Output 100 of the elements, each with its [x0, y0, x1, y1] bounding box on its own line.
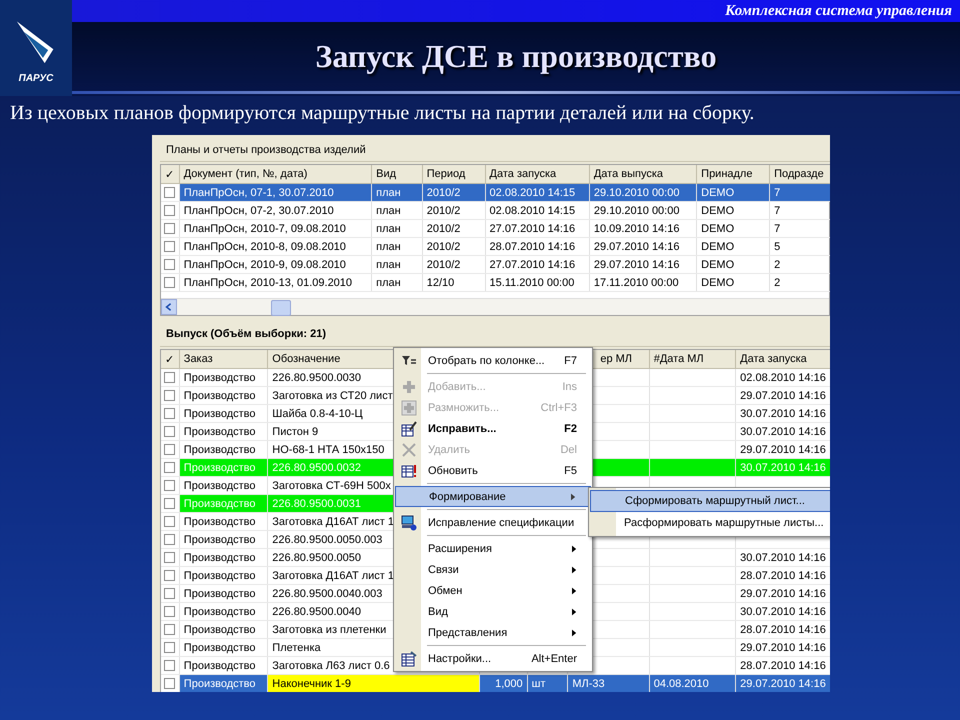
table-cell: 04.08.2010 — [649, 674, 736, 692]
column-header[interactable]: ✓ — [161, 165, 180, 184]
checkbox[interactable] — [164, 390, 175, 401]
tagline: Комплексная система управления — [725, 2, 952, 20]
scroll-left-button[interactable] — [161, 299, 177, 315]
table-alert-icon — [400, 462, 416, 478]
panel-title: Выпуск (Объём выборки: 21) — [166, 328, 326, 340]
menu-item[interactable]: Сформировать маршрутный лист... — [590, 490, 830, 512]
checkbox[interactable] — [164, 187, 175, 198]
checkbox[interactable] — [164, 516, 175, 527]
checkbox[interactable] — [164, 498, 175, 509]
checkbox[interactable] — [164, 570, 175, 581]
table-cell: Наконечник 1-9 — [268, 674, 480, 692]
table-cell: 29.07.2010 14:16 — [589, 256, 697, 274]
checkbox[interactable] — [164, 444, 175, 455]
checkbox[interactable] — [164, 426, 175, 437]
cross-icon — [400, 442, 416, 458]
table-cell: план — [372, 238, 422, 256]
column-header[interactable]: Дата запуска — [736, 350, 830, 368]
column-header[interactable]: Дата запуска — [485, 165, 590, 184]
table-cell: ПланПрОсн, 2010-9, 09.08.2010 — [179, 256, 372, 274]
checkbox[interactable] — [164, 241, 175, 252]
table-cell: план — [372, 274, 422, 292]
table-cell: 2010/2 — [422, 202, 486, 220]
subtitle: Из цеховых планов формируются маршрутные листы на партии деталей или на сборку. — [10, 102, 756, 125]
checkbox[interactable] — [164, 660, 175, 671]
checkbox[interactable] — [164, 277, 175, 288]
table-cell: 2010/2 — [422, 256, 486, 274]
table-cell: DEMO — [696, 184, 770, 202]
column-header[interactable]: Документ (тип, №, дата) — [179, 165, 372, 184]
table-cell: 12/10 — [422, 274, 486, 292]
table-cell: Производство — [179, 548, 268, 566]
table-cell: DEMO — [696, 256, 770, 274]
checkbox[interactable] — [164, 642, 175, 653]
checkbox[interactable] — [164, 552, 175, 563]
table-cell: 2010/2 — [422, 184, 486, 202]
table-cell: 28.07.2010 14:16 — [736, 566, 830, 584]
table-cell: 7 — [770, 220, 830, 238]
menu-item[interactable]: Формирование — [395, 486, 591, 507]
table-cell: ПланПрОсн, 2010-8, 09.08.2010 — [179, 238, 372, 256]
table-cell: DEMO — [696, 220, 770, 238]
table-cell: Производство — [179, 476, 268, 494]
checkbox[interactable] — [164, 372, 175, 383]
checkbox[interactable] — [164, 205, 175, 216]
plus-icon — [400, 400, 416, 416]
table-cell: Производство — [179, 530, 268, 548]
checkbox[interactable] — [164, 223, 175, 234]
table-cell: Производство — [179, 440, 268, 458]
table-cell: 7 — [770, 184, 830, 202]
column-header[interactable]: Вид — [372, 165, 422, 184]
table-cell: 2 — [770, 274, 830, 292]
table-cell: 27.07.2010 14:16 — [485, 220, 590, 238]
checkbox[interactable] — [164, 624, 175, 635]
column-header[interactable]: ✓ — [161, 350, 180, 368]
submenu-arrow-icon — [572, 544, 577, 552]
checkbox[interactable] — [164, 606, 175, 617]
table-cell: Производство — [179, 494, 268, 512]
table-cell: 5 — [770, 238, 830, 256]
menu-item[interactable]: Расформировать маршрутные листы... — [590, 512, 830, 534]
table-cell: 7 — [770, 202, 830, 220]
table-cell: 29.07.2010 14:16 — [736, 440, 830, 458]
table-cell: Производство — [179, 638, 268, 656]
table-cell: 28.07.2010 14:16 — [736, 656, 830, 674]
checkbox[interactable] — [164, 462, 175, 473]
table-cell: 02.08.2010 14:15 — [485, 184, 590, 202]
checkbox[interactable] — [164, 480, 175, 491]
submenu-arrow-icon — [572, 628, 577, 636]
table-cell: 29.07.2010 14:16 — [736, 638, 830, 656]
checkbox[interactable] — [164, 259, 175, 270]
scrollbar-thumb[interactable] — [271, 300, 291, 316]
submenu-arrow-icon — [572, 608, 577, 616]
table-cell: 1,000 — [479, 674, 528, 692]
table-cell: DEMO — [696, 238, 770, 256]
column-header[interactable]: Заказ — [179, 350, 268, 368]
submenu-arrow-icon — [571, 492, 576, 500]
checkbox[interactable] — [164, 408, 175, 419]
table-cell: Производство — [179, 404, 268, 422]
table-cell: 2010/2 — [422, 220, 486, 238]
horizontal-scrollbar[interactable] — [161, 298, 829, 315]
table-cell: 28.07.2010 14:16 — [736, 620, 830, 638]
column-header[interactable]: #Дата МЛ — [649, 350, 736, 368]
table-cell: 30.07.2010 14:16 — [736, 548, 830, 566]
table-cell: план — [372, 256, 422, 274]
table-cell: план — [372, 184, 422, 202]
table-cell: Производство — [179, 566, 268, 584]
table-cell: Производство — [179, 602, 268, 620]
table-cell: 02.08.2010 14:16 — [736, 368, 830, 386]
table-cell: 30.07.2010 14:16 — [736, 602, 830, 620]
checkbox[interactable] — [164, 588, 175, 599]
checkbox[interactable] — [164, 678, 175, 689]
table-cell: 29.07.2010 14:16 — [736, 674, 830, 692]
table-cell: 27.07.2010 14:16 — [485, 256, 590, 274]
table-cell: ПланПрОсн, 2010-13, 01.09.2010 — [179, 274, 372, 292]
column-header[interactable]: Дата выпуска — [589, 165, 697, 184]
column-header[interactable]: Подразде — [770, 165, 830, 184]
checkbox[interactable] — [164, 534, 175, 545]
table-cell: Производство — [179, 368, 268, 386]
table-cell: 2010/2 — [422, 238, 486, 256]
column-header[interactable]: Принадле — [696, 165, 770, 184]
column-header[interactable]: Период — [422, 165, 486, 184]
